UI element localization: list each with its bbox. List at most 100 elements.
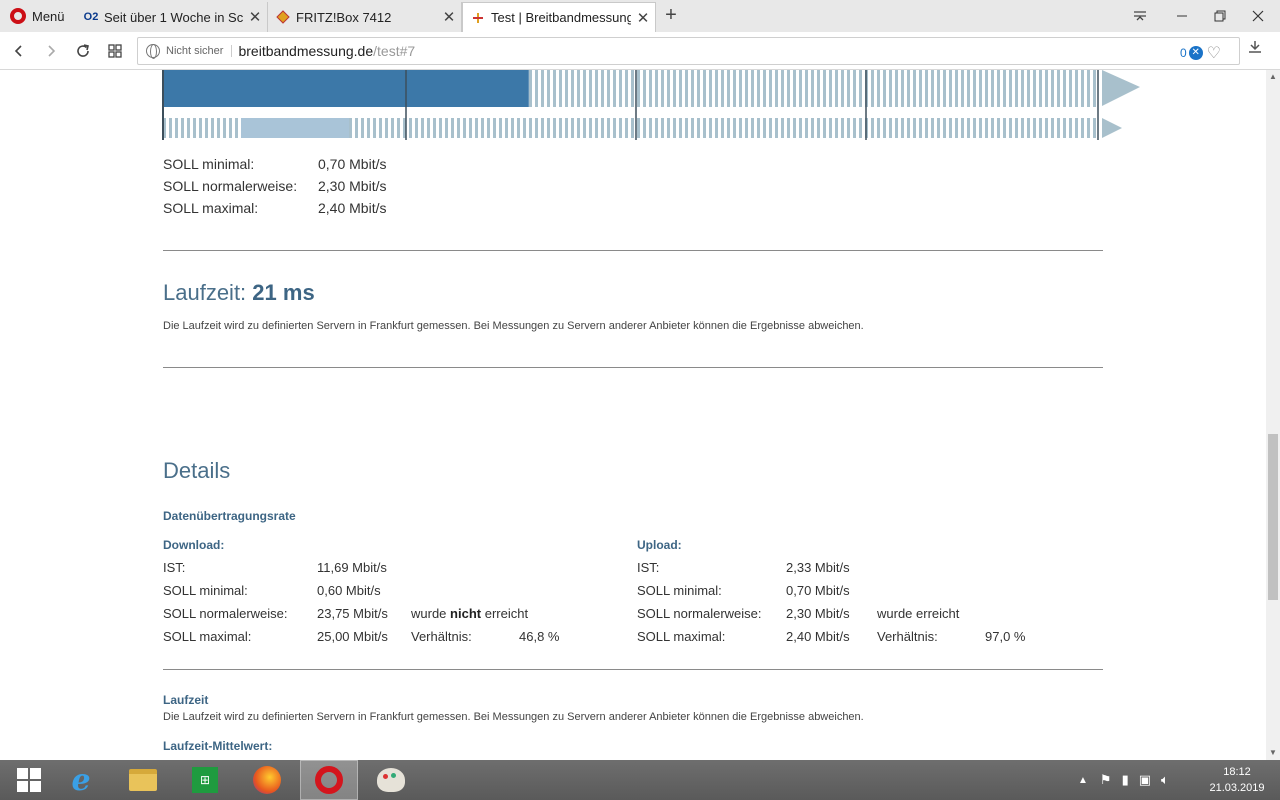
- bar-stripe: [913, 70, 916, 107]
- volume-icon[interactable]: 🔈︎: [1161, 772, 1169, 788]
- upload-soll-normal-value: 2,30 Mbit/s: [786, 606, 850, 621]
- upload-soll-normal-label: SOLL normalerweise:: [163, 178, 298, 194]
- download-icon[interactable]: [1248, 40, 1262, 59]
- bar-stripe: [691, 70, 694, 107]
- bar-stripe: [715, 70, 718, 107]
- bar-stripe: [955, 118, 958, 138]
- bar-stripe: [451, 118, 454, 138]
- bar-stripe: [1069, 118, 1072, 138]
- bar-stripe: [1093, 70, 1096, 107]
- taskbar-opera[interactable]: [300, 760, 358, 800]
- laufzeit-heading: Laufzeit: 21 ms: [163, 280, 315, 306]
- tray-expand-icon[interactable]: ▲: [1078, 775, 1088, 786]
- bar-stripe: [649, 118, 652, 138]
- fritz-icon: [276, 10, 290, 24]
- close-icon[interactable]: ✕: [243, 8, 267, 26]
- back-button[interactable]: [6, 38, 32, 64]
- close-icon[interactable]: ✕: [437, 8, 461, 26]
- reload-button[interactable]: [70, 38, 96, 64]
- bar-stripe: [547, 70, 550, 107]
- bar-stripe: [1075, 70, 1078, 107]
- security-indicator[interactable]: Nicht sicher: [166, 45, 233, 57]
- bar-stripe: [721, 70, 724, 107]
- bar-stripe: [895, 118, 898, 138]
- download-soll-normal-label: SOLL normalerweise:: [163, 606, 288, 621]
- taskbar-firefox[interactable]: [238, 760, 296, 800]
- url-host: breitbandmessung.de: [238, 43, 374, 59]
- tab-menu-icon[interactable]: [1120, 0, 1160, 32]
- bar-stripe: [571, 70, 574, 107]
- upload-ratio-label: Verhältnis:: [877, 629, 938, 644]
- taskbar-clock[interactable]: 18:12 21.03.2019: [1204, 764, 1270, 796]
- paint-icon: [377, 768, 405, 792]
- taskbar: e ⊞ ▲ ⚑ ▮ ▣ 🔈︎ 18:12 21.03.2019: [0, 760, 1280, 800]
- bar-stripe: [745, 118, 748, 138]
- bookmark-heart-icon[interactable]: ♡: [1207, 43, 1221, 63]
- download-ratio-label: Verhältnis:: [411, 629, 472, 644]
- scroll-up-icon[interactable]: ▲: [1266, 70, 1280, 84]
- address-field[interactable]: Nicht sicher breitbandmessung.de/test#7 …: [137, 37, 1240, 65]
- bar-stripe: [577, 70, 580, 107]
- download-heading: Download:: [163, 538, 225, 552]
- tab-label: FRITZ!Box 7412: [296, 9, 392, 25]
- bar-stripe: [823, 118, 826, 138]
- download-soll-min-label: SOLL minimal:: [163, 583, 248, 598]
- bar-stripe: [805, 118, 808, 138]
- bar-download-ist: [163, 70, 529, 107]
- close-window-button[interactable]: [1238, 0, 1278, 32]
- tab-fritzbox[interactable]: FRITZ!Box 7412 ✕: [268, 2, 462, 32]
- bar-stripe: [781, 70, 784, 107]
- adblock-icon[interactable]: ✕: [1188, 46, 1203, 60]
- taskbar-store[interactable]: ⊞: [176, 760, 234, 800]
- upload-soll-max-label: SOLL maximal:: [163, 200, 259, 216]
- bar-stripe: [199, 118, 202, 138]
- tab-breitbandmessung[interactable]: Test | Breitbandmessung ✕: [462, 2, 656, 32]
- bar-stripe: [415, 118, 418, 138]
- bar-stripe: [223, 118, 226, 138]
- bar-stripe: [943, 118, 946, 138]
- bar-stripe: [1081, 118, 1084, 138]
- bar-stripe: [583, 118, 586, 138]
- bar-stripe: [883, 118, 886, 138]
- clock-time: 18:12: [1223, 766, 1251, 778]
- bar-stripe: [457, 118, 460, 138]
- minimize-button[interactable]: [1162, 0, 1202, 32]
- page-scrollbar[interactable]: ▲ ▼: [1266, 70, 1280, 760]
- flag-icon[interactable]: ⚑: [1100, 772, 1112, 788]
- close-icon[interactable]: ✕: [631, 9, 655, 27]
- speed-dial-icon[interactable]: [102, 38, 128, 64]
- bar-stripe: [529, 118, 532, 138]
- taskbar-paint[interactable]: [362, 760, 420, 800]
- bar-stripe: [1081, 70, 1084, 107]
- scroll-down-icon[interactable]: ▼: [1266, 746, 1280, 760]
- battery-icon[interactable]: ▮: [1122, 772, 1129, 788]
- bar-stripe: [799, 118, 802, 138]
- bar-stripe: [595, 70, 598, 107]
- network-icon[interactable]: ▣: [1139, 772, 1151, 788]
- forward-button[interactable]: [38, 38, 64, 64]
- start-button[interactable]: [0, 760, 58, 800]
- bar-stripe: [625, 118, 628, 138]
- mittelwert-heading: Laufzeit-Mittelwert:: [163, 739, 273, 753]
- opera-menu-button[interactable]: Menü: [0, 0, 76, 32]
- bar-stripe: [913, 118, 916, 138]
- new-tab-button[interactable]: +: [660, 4, 682, 28]
- download-ist-label: IST:: [163, 560, 186, 575]
- bar-stripe: [469, 118, 472, 138]
- restore-button[interactable]: [1200, 0, 1240, 32]
- bar-stripe: [739, 118, 742, 138]
- taskbar-internet-explorer[interactable]: e: [52, 760, 110, 800]
- download-status: wurde nicht erreicht: [411, 606, 528, 621]
- bar-stripe: [349, 118, 352, 138]
- bar-stripe: [901, 118, 904, 138]
- bar-stripe: [205, 118, 208, 138]
- bar-stripe: [733, 70, 736, 107]
- bar-stripe: [613, 118, 616, 138]
- taskbar-file-explorer[interactable]: [114, 760, 172, 800]
- bar-stripe: [685, 70, 688, 107]
- bar-stripe: [517, 118, 520, 138]
- tab-o2[interactable]: O2 Seit über 1 Woche in Schr ✕: [76, 2, 268, 32]
- scroll-thumb[interactable]: [1268, 434, 1278, 600]
- bar-stripe: [997, 70, 1000, 107]
- store-icon: ⊞: [192, 767, 218, 793]
